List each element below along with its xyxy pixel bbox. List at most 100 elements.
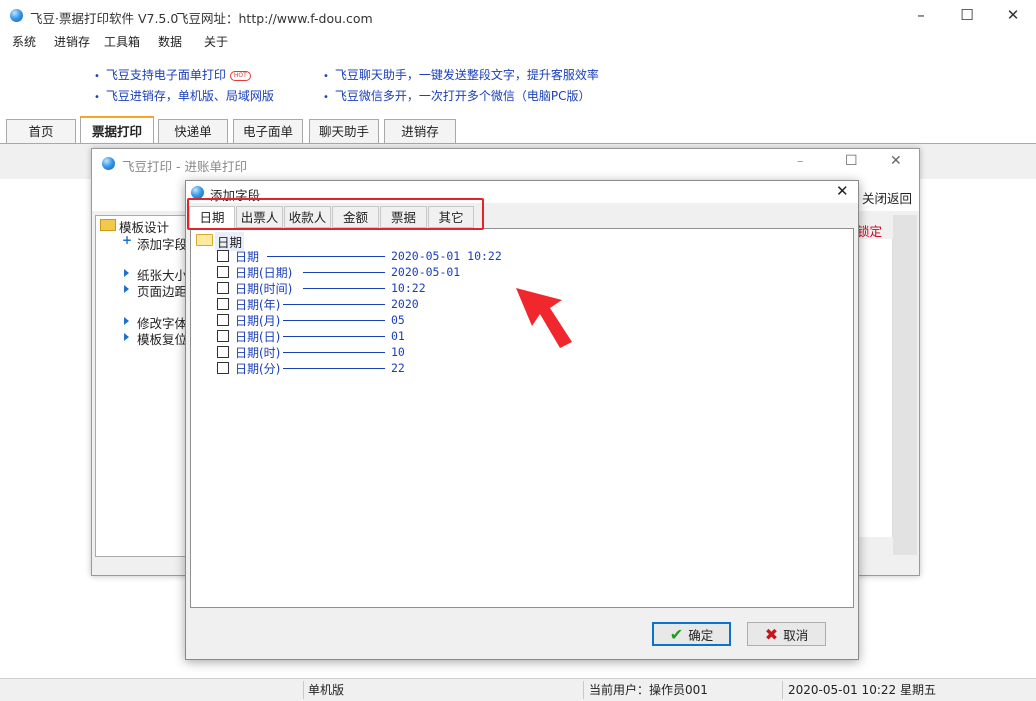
field-name: 日期(分) [235,362,281,376]
app-logo-icon [10,9,23,22]
field-row[interactable]: 日期(日) 01 [191,328,651,344]
promo-text: 飞豆进销存，单机版、局域网版 [105,89,274,103]
ok-label: 确定 [688,627,714,643]
promo-link-chat[interactable]: • 飞豆聊天助手，一键发送整段文字，提升客服效率 [323,66,599,83]
status-divider [583,681,584,699]
ok-button[interactable]: ✔ 确定 [652,622,731,646]
folder-open-icon [196,234,213,246]
field-sample-value: 05 [391,313,405,327]
tab-inventory[interactable]: 进销存 [384,119,456,143]
field-row[interactable]: 日期(时) 10 [191,344,651,360]
main-titlebar: 飞豆·票据打印软件 V7.5.0 飞豆网址：http://www.f-dou.c… [0,0,1036,30]
menu-data[interactable]: 数据 [158,33,182,50]
bullet-icon: • [94,71,100,82]
field-row[interactable]: 日期(日期) 2020-05-01 [191,264,651,280]
close-return-button[interactable]: 关闭返回 [862,188,912,207]
status-current-user: 当前用户：操作员001 [589,683,708,697]
template-tree: 模板设计 + 添加字段 纸张大小 页面边距 修改字体 模板复位 [95,215,197,557]
promo-text: 飞豆聊天助手，一键发送整段文字，提升客服效率 [334,68,599,82]
field-name: 日期(年) [235,298,281,312]
field-sample-value: 2020-05-01 [391,265,461,279]
field-checkbox[interactable] [217,298,229,310]
field-leader-line [283,304,385,305]
maximize-icon[interactable]: ☐ [944,0,990,30]
field-sample-value: 10:22 [391,281,426,295]
tab-highlight-annotation [187,198,484,230]
field-name: 日期(日) [235,330,281,344]
field-leader-line [303,272,385,273]
bullet-icon: • [94,92,100,103]
menu-toolbox[interactable]: 工具箱 [104,33,140,50]
field-checkbox[interactable] [217,282,229,294]
menu-about[interactable]: 关于 [204,33,228,50]
field-checkbox[interactable] [217,266,229,278]
field-checkbox[interactable] [217,250,229,262]
field-row[interactable]: 日期(时间) 10:22 [191,280,651,296]
field-row[interactable]: 日期 2020-05-01 10:22 [191,248,651,264]
arrow-shape [516,288,572,348]
x-mark-icon: ✖ [764,624,779,644]
field-row[interactable]: 日期(月) 05 [191,312,651,328]
field-checkbox[interactable] [217,362,229,374]
field-name: 日期(月) [235,314,281,328]
red-arrow-annotation [516,288,572,348]
sub-window-titlebar: 飞豆打印 - 进账单打印 – ☐ ✕ [92,149,919,177]
tree-item-template-reset[interactable]: 模板复位 [137,329,187,348]
field-name: 日期(时) [235,346,281,360]
cancel-button[interactable]: ✖ 取消 [747,622,826,646]
arrow-right-icon [124,333,129,341]
tree-item-add-field[interactable]: 添加字段 [137,234,187,253]
promo-link-eorder[interactable]: • 飞豆支持电子面单打印 HOT [94,66,251,83]
plus-icon: + [122,233,133,247]
field-sample-value: 2020-05-01 10:22 [391,249,502,263]
tree-item-page-margin[interactable]: 页面边距 [137,281,187,300]
promo-text: 飞豆微信多开，一次打开多个微信（电脑PC版） [334,89,591,103]
field-sample-value: 22 [391,361,405,375]
maximize-icon[interactable]: ☐ [845,153,861,169]
field-row[interactable]: 日期(分) 22 [191,360,651,376]
status-divider [303,681,304,699]
sub-window-title: 飞豆打印 - 进账单打印 [122,159,247,174]
field-leader-line [267,256,385,257]
tab-home[interactable]: 首页 [6,119,76,143]
minimize-icon[interactable]: – [898,0,944,30]
menu-bar: 系统 进销存 工具箱 数据 关于 [0,30,1036,50]
field-leader-line [283,352,385,353]
field-leader-line [283,320,385,321]
promo-link-inventory[interactable]: • 飞豆进销存，单机版、局域网版 [94,87,274,104]
field-sample-value: 10 [391,345,405,359]
field-checkbox[interactable] [217,330,229,342]
close-icon[interactable]: ✕ [890,153,906,169]
site-url: 飞豆网址：http://www.f-dou.com [176,11,373,26]
tab-ticket-print[interactable]: 票据打印 [80,116,154,144]
tab-express[interactable]: 快递单 [158,119,228,143]
arrow-right-icon [124,285,129,293]
bullet-icon: • [323,92,329,103]
minimize-icon[interactable]: – [797,154,813,169]
field-checkbox[interactable] [217,314,229,326]
tab-chat-helper[interactable]: 聊天助手 [309,119,379,143]
field-leader-line [283,336,385,337]
menu-inventory[interactable]: 进销存 [54,33,90,50]
field-leader-line [283,368,385,369]
menu-system[interactable]: 系统 [12,33,36,50]
status-datetime: 2020-05-01 10:22 星期五 [788,683,936,697]
field-sample-value: 2020 [391,297,419,311]
field-checkbox[interactable] [217,346,229,358]
close-icon[interactable]: ✕ [836,182,849,200]
add-field-dialog: 添加字段 ✕ 日期 出票人 收款人 金额 票据 其它 日期 日期 2020-05-… [185,180,859,660]
lock-label[interactable]: 锁定 [857,221,882,240]
promo-link-wechat[interactable]: • 飞豆微信多开，一次打开多个微信（电脑PC版） [323,87,591,104]
close-icon[interactable]: ✕ [990,0,1036,30]
field-leader-line [303,288,385,289]
app-logo-icon [102,157,115,170]
tab-eorder[interactable]: 电子面单 [233,119,303,143]
hot-badge: HOT [229,70,251,81]
arrow-right-icon [124,317,129,325]
preview-scroll-area [893,215,917,555]
promo-text: 飞豆支持电子面单打印 [105,68,226,82]
field-row[interactable]: 日期(年) 2020 [191,296,651,312]
field-name: 日期 [235,250,260,264]
field-sample-value: 01 [391,329,405,343]
folder-icon [100,219,116,231]
